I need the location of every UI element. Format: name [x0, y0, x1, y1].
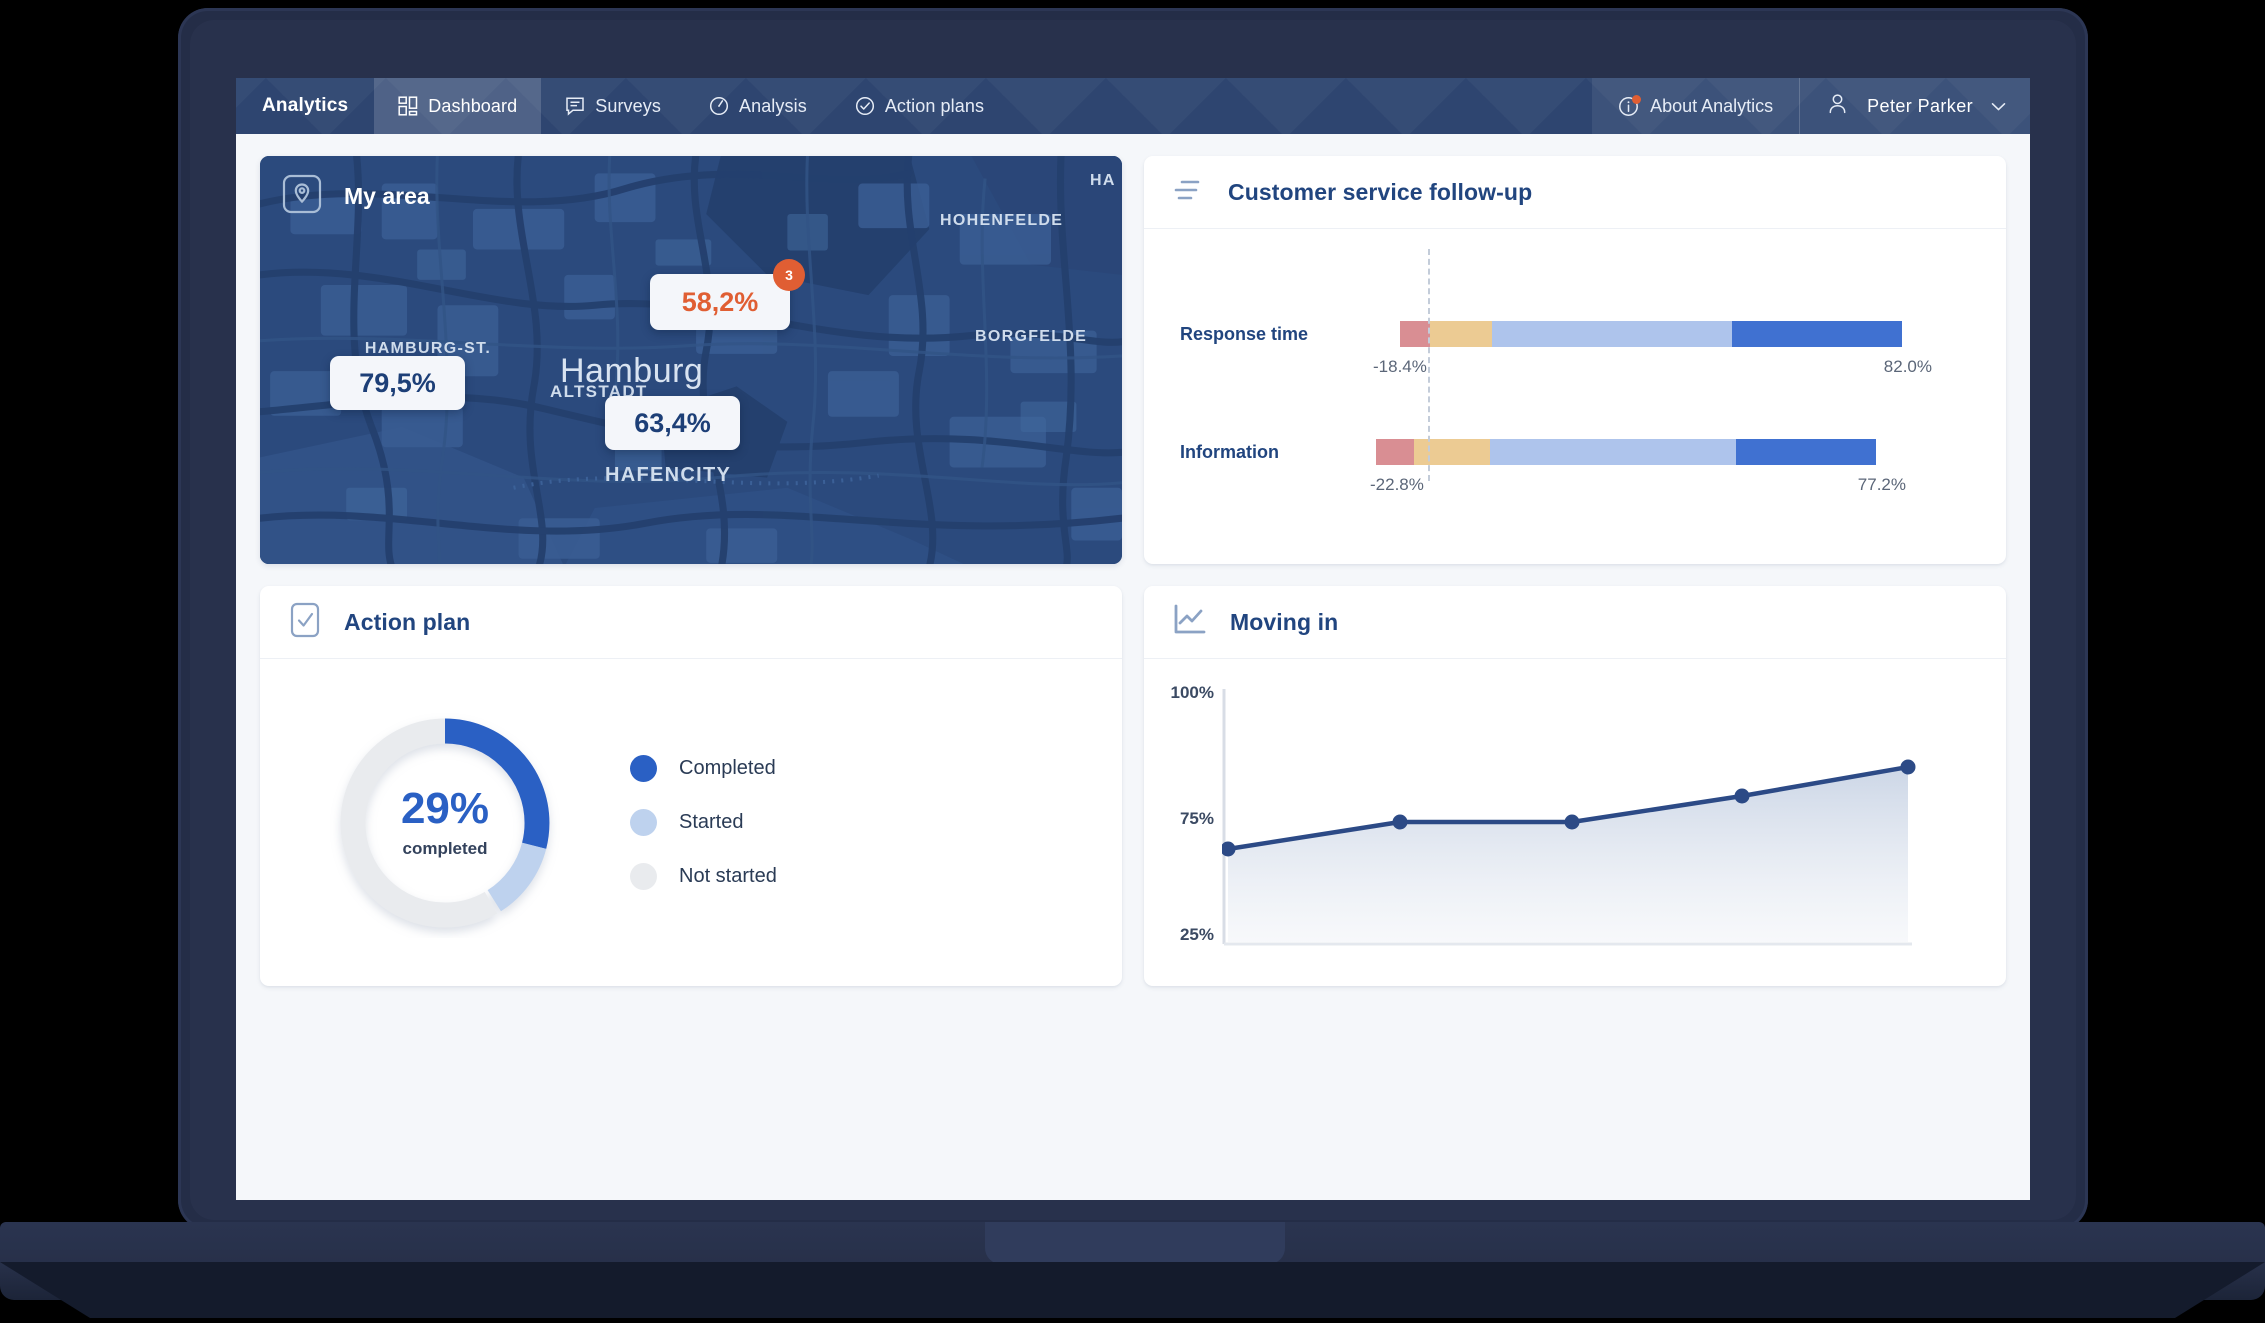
laptop-base-lip — [0, 1262, 2265, 1318]
map-card-title: My area — [344, 183, 430, 209]
map-value-pill[interactable]: 58,2% 3 — [650, 259, 805, 330]
legend-item-started[interactable]: Started — [630, 809, 777, 836]
about-analytics-label: About Analytics — [1650, 95, 1774, 116]
line-chart-svg — [1222, 689, 1916, 946]
customer-service-followup-card: Customer service follow-up Response time — [1144, 156, 2006, 564]
bar-segment-very-positive — [1732, 321, 1902, 347]
nav-right-group: About Analytics Peter Parker — [1592, 78, 2030, 134]
bar-value-labels: -22.8% 77.2% — [1370, 475, 1906, 495]
about-analytics-button[interactable]: About Analytics — [1592, 78, 1800, 134]
map-pill-badge: 3 — [773, 259, 805, 291]
gauge-icon — [709, 96, 729, 116]
bar-category-label: Response time — [1180, 323, 1309, 344]
donut-chart[interactable]: 29% completed — [330, 708, 560, 938]
info-icon — [1618, 94, 1642, 117]
bar-chart-icon — [1172, 175, 1206, 210]
nav-tab-label: Dashboard — [428, 95, 518, 116]
action-plan-card: Action plan 29% completed Completed Star… — [260, 586, 1122, 986]
bar-segment-negative — [1414, 439, 1490, 465]
bar-segment-very-negative — [1376, 439, 1414, 465]
check-circle-icon — [855, 96, 875, 116]
screenshot-scene: Analytics Dashboard Surveys Analysis Act… — [0, 0, 2265, 1323]
map-pill-value: 58,2% — [681, 286, 759, 317]
bar-positive-value: 82.0% — [1883, 357, 1932, 376]
app-screen: Analytics Dashboard Surveys Analysis Act… — [236, 78, 2030, 1200]
person-icon — [1826, 92, 1849, 120]
map-value-pill[interactable]: 63,4% — [605, 396, 740, 450]
card-header: Action plan — [260, 586, 1122, 659]
card-title: Moving in — [1230, 608, 1339, 635]
card-body: Response time -18.4% 82.0% Information -… — [1144, 229, 2006, 564]
donut-chart-area: 29% completed Completed Started Not star… — [260, 659, 1122, 986]
card-body: 100% 75% 25% — [1144, 659, 2006, 986]
legend-item-not-started[interactable]: Not started — [630, 863, 777, 890]
legend-swatch — [630, 863, 657, 890]
app-brand: Analytics — [262, 95, 349, 116]
nav-tab-list: Dashboard Surveys Analysis Action plans — [374, 78, 1008, 134]
dashboard-content: My area Hamburg HOHENFELDE HA BORGFELDE … — [236, 134, 2030, 1010]
user-menu-button[interactable]: Peter Parker — [1799, 78, 2030, 134]
map-value-pill[interactable]: 79,5% — [330, 356, 465, 410]
bar-negative-value: -18.4% — [1373, 357, 1427, 376]
card-header: Moving in — [1144, 586, 2006, 659]
y-axis-tick-label: 75% — [1179, 809, 1214, 828]
map-pill-value: 79,5% — [359, 367, 436, 398]
nav-tab-analysis[interactable]: Analysis — [685, 78, 831, 134]
nav-tab-action-plans[interactable]: Action plans — [831, 78, 1008, 134]
bar-segment-very-positive — [1736, 439, 1876, 465]
y-axis-tick-label: 25% — [1179, 925, 1214, 944]
card-title: Action plan — [344, 608, 471, 635]
nav-tab-label: Action plans — [884, 95, 985, 116]
bar-segment-positive — [1490, 439, 1736, 465]
user-name-label: Peter Parker — [1867, 95, 1973, 116]
legend-swatch — [630, 755, 657, 782]
bar-positive-value: 77.2% — [1857, 475, 1906, 494]
legend-label: Started — [679, 811, 744, 833]
donut-legend: Completed Started Not started — [630, 755, 777, 890]
bar-negative-value: -22.8% — [1370, 475, 1424, 494]
bar-category-label: Information — [1180, 441, 1279, 462]
map-city-label: Hamburg — [560, 352, 704, 390]
baseline-divider — [1428, 249, 1430, 481]
chevron-down-icon — [1991, 96, 2006, 117]
bar-segment-very-negative — [1400, 321, 1430, 347]
bar-row: Response time — [1180, 321, 1958, 347]
map-pill-value: 63,4% — [634, 407, 711, 438]
grid-icon — [398, 96, 418, 116]
bar-segment-negative — [1430, 321, 1492, 347]
map-card-header: My area — [282, 174, 430, 219]
nav-tab-label: Analysis — [738, 95, 807, 116]
bar-row: Information — [1180, 439, 1958, 465]
card-header: Customer service follow-up — [1144, 156, 2006, 229]
card-body: 29% completed Completed Started Not star… — [260, 659, 1122, 986]
nav-tab-dashboard[interactable]: Dashboard — [374, 78, 542, 134]
card-title: Customer service follow-up — [1228, 178, 1533, 205]
legend-item-completed[interactable]: Completed — [630, 755, 777, 782]
line-chart-area[interactable]: 100% 75% 25% — [1144, 659, 2006, 986]
moving-in-card: Moving in 100% 75% 25% — [1144, 586, 2006, 986]
bar-value-labels: -18.4% 82.0% — [1370, 357, 1932, 377]
top-navigation-bar: Analytics Dashboard Surveys Analysis Act… — [236, 78, 2030, 134]
legend-label: Not started — [679, 865, 777, 887]
checkbox-icon — [288, 601, 322, 644]
nav-tab-label: Surveys — [595, 95, 661, 116]
my-area-map-card[interactable]: My area Hamburg HOHENFELDE HA BORGFELDE … — [260, 156, 1122, 564]
line-chart-icon — [1172, 603, 1208, 642]
diverging-bar-chart: Response time -18.4% 82.0% Information -… — [1144, 229, 2006, 564]
legend-swatch — [630, 809, 657, 836]
legend-label: Completed — [679, 757, 776, 779]
bar-segment-positive — [1492, 321, 1732, 347]
bar-track[interactable] — [1370, 439, 1958, 465]
notification-dot — [1632, 94, 1642, 104]
speech-bubble-icon — [565, 96, 585, 116]
map-pin-icon — [282, 174, 322, 219]
y-axis-tick-label: 100% — [1170, 683, 1214, 702]
bar-track[interactable] — [1370, 321, 1958, 347]
laptop-base-notch — [985, 1222, 1285, 1264]
nav-tab-surveys[interactable]: Surveys — [541, 78, 685, 134]
